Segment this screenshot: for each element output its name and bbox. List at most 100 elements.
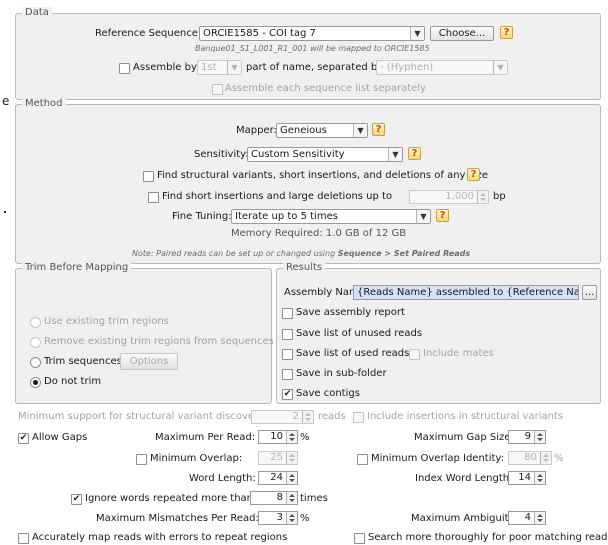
mapper-select[interactable]: Geneious ▼ [276,123,368,138]
assemble-by-checkbox[interactable] [119,63,130,74]
fine-tuning-select[interactable]: Iterate up to 5 times ▼ [231,209,431,224]
remove-existing-trim-radio[interactable] [30,337,41,348]
min-support-label: Minimum support for structural variant d… [18,411,267,422]
assemble-by-select[interactable]: 1st ▼ [197,60,242,75]
stepper-arrows-icon[interactable] [286,472,297,484]
stepper-arrows-icon[interactable] [286,431,297,443]
index-word-length-spinner[interactable]: 14 [508,471,546,485]
min-support-spinner[interactable]: 2 [251,410,314,424]
assemble-each-checkbox[interactable] [212,84,223,95]
stepper-arrows-icon[interactable] [302,411,313,423]
reference-sequence-select[interactable]: ORCIE1585 - COI tag 7 ▼ [199,26,425,41]
percent-unit: % [300,513,310,524]
stepper-arrows-icon[interactable] [477,191,488,203]
left-edge-fragment: e [2,94,10,108]
include-insertions-label: Include insertions in structural variant… [367,411,564,422]
stepper-arrows-icon[interactable] [534,431,545,443]
include-mates-checkbox[interactable] [409,349,420,360]
bp-unit: bp [493,191,506,202]
assembly-name-ellipsis-button[interactable]: ... [582,285,597,300]
choose-button[interactable]: Choose... [430,26,494,41]
find-structural-checkbox[interactable] [143,171,154,182]
paired-reads-note: Note: Paired reads can be set up or chan… [132,247,470,261]
trim-options-button[interactable]: Options [120,353,178,370]
save-subfolder-checkbox[interactable] [282,369,293,380]
min-overlap-spinner[interactable]: 25 [258,451,298,465]
stepper-arrows-icon[interactable] [286,452,297,464]
help-icon[interactable]: ? [372,123,385,136]
accurately-map-checkbox[interactable] [18,533,29,544]
stepper-arrows-icon[interactable] [286,492,297,504]
assemble-by-label: Assemble by: [133,62,200,73]
find-short-checkbox[interactable] [148,192,159,203]
include-insertions-checkbox[interactable] [353,412,364,423]
results-legend: Results [283,262,326,274]
chevron-down-icon: ▼ [416,210,430,223]
min-overlap-value: 25 [270,452,283,463]
assemble-by-value: 1st [201,62,217,73]
max-per-read-label: Maximum Per Read: [155,432,256,443]
do-not-trim-radio[interactable] [30,377,41,388]
find-short-label: Find short insertions and large deletion… [162,191,393,202]
help-icon[interactable]: ? [467,168,480,181]
max-per-read-spinner[interactable]: 10 [258,430,298,444]
include-mates-label: Include mates [423,348,494,359]
percent-unit: % [300,432,310,443]
search-thoroughly-label: Search more thoroughly for poor matching… [368,532,608,543]
use-existing-trim-radio[interactable] [30,317,41,328]
save-assembly-report-checkbox[interactable] [282,308,293,319]
assemble-each-label: Assemble each sequence list separately [225,83,426,94]
remove-existing-trim-label: Remove existing trim regions from sequen… [44,336,274,347]
index-word-length-value: 14 [518,472,531,483]
stepper-arrows-icon[interactable] [540,452,551,464]
help-icon[interactable]: ? [500,26,513,39]
word-length-spinner[interactable]: 24 [258,471,298,485]
max-gap-size-spinner[interactable]: 9 [508,430,546,444]
save-unused-checkbox[interactable] [282,329,293,340]
help-icon[interactable]: ? [408,147,421,160]
min-overlap-label: Minimum Overlap: [150,453,243,464]
assembly-name-input[interactable]: {Reads Name} assembled to {Reference Nam… [353,285,579,300]
max-ambiguity-label: Maximum Ambiguity: [411,513,518,524]
min-overlap-identity-spinner[interactable]: 80 [508,451,552,465]
stepper-arrows-icon[interactable] [534,472,545,484]
do-not-trim-label: Do not trim [44,376,102,387]
save-used-checkbox[interactable] [282,349,293,360]
reads-label: reads [318,411,346,422]
separator-select[interactable]: - (Hyphen) ▼ [376,60,508,75]
word-length-label: Word Length: [189,473,256,484]
find-short-spinner[interactable]: 1,000 [409,190,489,204]
max-per-read-value: 10 [270,431,283,442]
sensitivity-select[interactable]: Custom Sensitivity ▼ [247,147,403,162]
times-label: times [300,493,328,504]
stepper-arrows-icon[interactable] [534,512,545,524]
ignore-words-checkbox[interactable]: ✔ [71,494,82,505]
save-used-label: Save list of used reads [296,348,410,359]
max-mismatches-value: 3 [276,512,283,523]
save-contigs-label: Save contigs [296,388,360,399]
accurately-map-label: Accurately map reads with errors to repe… [32,532,288,543]
max-mismatches-spinner[interactable]: 3 [258,511,298,525]
find-short-value: 1,000 [445,191,474,202]
max-ambiguity-spinner[interactable]: 4 [508,511,546,525]
trim-sequences-radio[interactable] [30,357,41,368]
ignore-words-spinner[interactable]: 8 [250,491,298,505]
part-of-name-label: part of name, separated by [246,62,384,73]
fine-tuning-value: Iterate up to 5 times [235,211,338,222]
save-unused-label: Save list of unused reads [296,328,423,339]
allow-gaps-checkbox[interactable]: ✔ [18,433,29,444]
ignore-words-label: Ignore words repeated more than [85,493,254,504]
stepper-arrows-icon[interactable] [286,512,297,524]
save-contigs-checkbox[interactable]: ✔ [282,389,293,400]
mapper-label: Mapper: [236,125,277,136]
sensitivity-label: Sensitivity: [194,149,249,160]
search-thoroughly-checkbox[interactable] [354,533,365,544]
max-ambiguity-value: 4 [524,512,531,523]
min-support-value: 2 [292,411,299,422]
min-overlap-checkbox[interactable] [136,454,147,465]
help-icon[interactable]: ? [436,209,449,222]
use-existing-trim-label: Use existing trim regions [44,316,169,327]
reference-sequence-label: Reference Sequence: [95,28,202,39]
min-overlap-identity-checkbox[interactable] [357,454,368,465]
percent-unit: % [554,453,564,464]
